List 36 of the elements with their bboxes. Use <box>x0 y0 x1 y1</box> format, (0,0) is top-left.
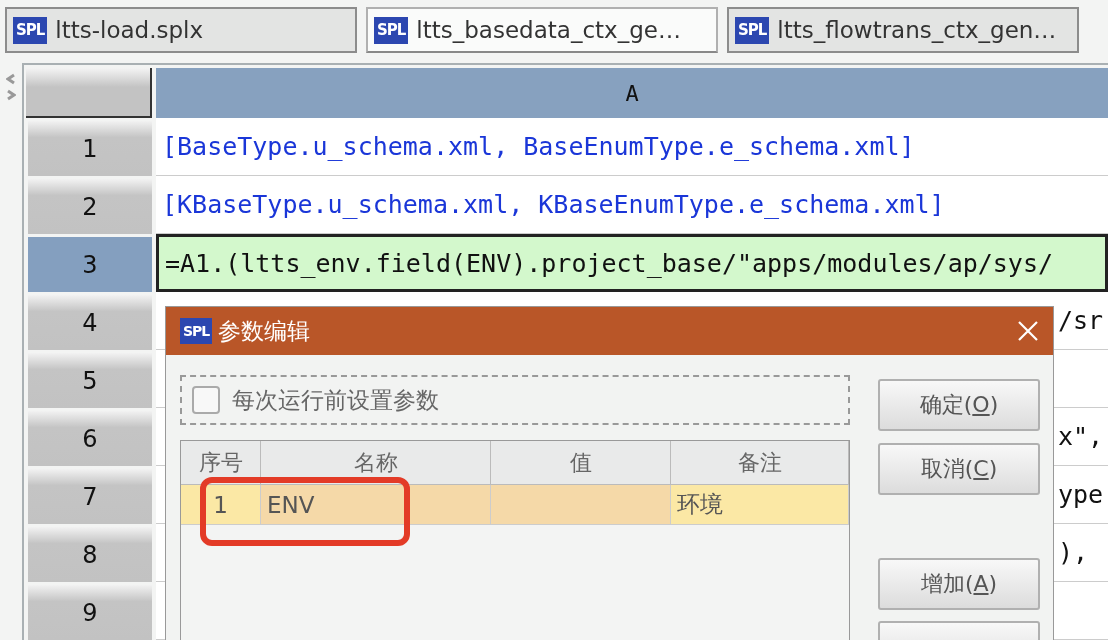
spl-logo-icon: SPL <box>180 318 213 344</box>
dialog-button[interactable]: 确定(O) <box>878 379 1040 431</box>
spl-logo-icon: SPL <box>374 16 409 44</box>
dialog-button[interactable]: 取消(C) <box>878 443 1040 495</box>
row-header[interactable]: 8 <box>28 527 152 582</box>
row-header[interactable]: 4 <box>28 295 152 350</box>
collapse-icon[interactable] <box>6 73 16 101</box>
row-header[interactable]: 5 <box>28 353 152 408</box>
row-header[interactable]: 1 <box>28 121 152 176</box>
column-header[interactable]: 名称 <box>261 441 491 485</box>
file-tab[interactable]: SPL ltts_flowtrans_ctx_gen… <box>727 7 1079 53</box>
checkbox[interactable] <box>192 386 220 414</box>
row-header[interactable]: 3 <box>28 237 152 292</box>
row-header[interactable]: 7 <box>28 469 152 524</box>
column-header[interactable]: A <box>156 68 1108 118</box>
sheet-cell[interactable]: [BaseType.u_schema.xml, BaseEnumType.e_schema.xml] <box>156 118 1108 176</box>
row-header[interactable]: 9 <box>28 585 152 640</box>
column-header[interactable]: 值 <box>491 441 671 485</box>
column-header[interactable]: 序号 <box>181 441 261 485</box>
checkbox-label: 每次运行前设置参数 <box>232 385 439 415</box>
dialog-title: 参数编辑 <box>218 316 312 346</box>
file-tab[interactable]: SPL ltts_basedata_ctx_ge… <box>366 7 718 53</box>
sheet-cell[interactable]: =A1.(ltts_env.field(ENV).project_base/"apps/modules/ap/sys/ <box>156 234 1108 292</box>
dialog-button[interactable]: 增加(A) <box>878 558 1040 610</box>
sheet-cell[interactable]: [KBaseType.u_schema.xml, KBaseEnumType.e_schema.xml] <box>156 176 1108 234</box>
file-tab[interactable]: SPL ltts-load.splx <box>5 7 357 53</box>
table-cell: 环境 <box>671 485 849 525</box>
corner-header[interactable] <box>26 68 152 118</box>
spl-logo-icon: SPL <box>735 16 770 44</box>
table-cell: ENV <box>261 485 491 525</box>
row-header[interactable]: 2 <box>28 179 152 234</box>
spl-logo-icon: SPL <box>13 16 48 44</box>
row-header[interactable]: 6 <box>28 411 152 466</box>
column-header[interactable]: 备注 <box>671 441 849 485</box>
table-row[interactable]: 1 ENV 环境 <box>181 485 849 525</box>
close-icon[interactable] <box>1017 320 1039 342</box>
